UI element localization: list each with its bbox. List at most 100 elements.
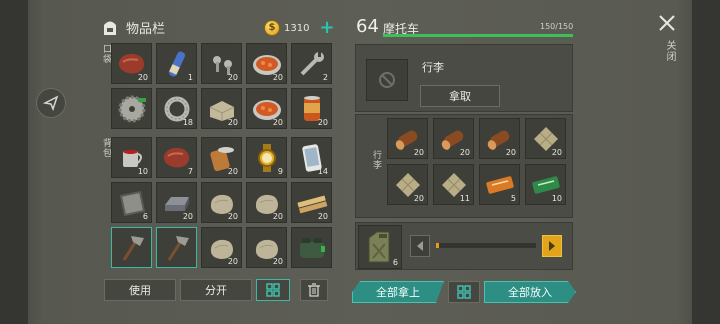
item-count: 20	[317, 212, 328, 221]
item-count: 14	[317, 167, 328, 176]
item-count: 20	[272, 257, 283, 266]
slot-iron-ingot[interactable]: 20	[156, 182, 197, 223]
item-count: 20	[227, 118, 238, 127]
item-count: 20	[413, 194, 424, 203]
item-count: 20	[272, 118, 283, 127]
slot-smartphone[interactable]: 14	[291, 137, 332, 178]
item-count: 20	[227, 212, 238, 221]
slot-bolts[interactable]: 20	[201, 43, 242, 84]
item-count: 20	[272, 212, 283, 221]
slot-military-bag[interactable]	[291, 227, 332, 268]
capacity-bar	[383, 34, 573, 37]
slot-cloth-bundle[interactable]: 20	[387, 164, 428, 205]
item-count: 20	[459, 148, 470, 157]
navigate-button[interactable]	[36, 88, 66, 118]
item-count: 9	[277, 167, 283, 176]
fuel-slot[interactable]: 6	[358, 225, 402, 269]
luggage-slot[interactable]	[366, 59, 408, 101]
slot-saw-blade[interactable]	[111, 88, 152, 129]
close-icon	[659, 15, 675, 31]
luggage-label: 行李	[422, 61, 444, 74]
slot-stew-bowl[interactable]: 20	[246, 43, 287, 84]
stone-axe-icon	[122, 236, 144, 261]
slot-coupon-green[interactable]: 10	[525, 164, 566, 205]
slot-meat-steak[interactable]: 7	[156, 137, 197, 178]
backpack-icon	[104, 21, 116, 35]
item-count: 11	[459, 194, 470, 203]
take-button[interactable]: 拿取	[420, 85, 500, 107]
slot-cloth-bundle[interactable]: 11	[433, 164, 474, 205]
slot-stone[interactable]: 20	[201, 227, 242, 268]
slot-coupon-orange[interactable]: 5	[479, 164, 520, 205]
arrow-left-icon	[417, 241, 423, 251]
sort-button[interactable]	[256, 279, 290, 301]
capacity-bar-fill	[383, 34, 573, 37]
item-count: 20	[413, 148, 424, 157]
item-count: 10	[551, 194, 562, 203]
slot-mug[interactable]: 10	[111, 137, 152, 178]
fuel-slider-track[interactable]	[436, 243, 536, 248]
slot-wrench[interactable]: 2	[291, 43, 332, 84]
item-count: 20	[227, 167, 238, 176]
split-button[interactable]: 分开	[180, 279, 252, 301]
slot-stone-axe[interactable]	[111, 227, 152, 268]
item-count: 7	[187, 167, 193, 176]
slot-stone-axe[interactable]	[156, 227, 197, 268]
coin-counter: $ 1310 +	[264, 19, 335, 37]
slot-meat-steak[interactable]: 20	[111, 43, 152, 84]
fuel-increase-button[interactable]	[542, 235, 562, 257]
jerry-can-icon	[368, 231, 390, 263]
slot-cloth-bundle[interactable]: 20	[525, 118, 566, 159]
slot-wood-log[interactable]: 20	[479, 118, 520, 159]
slot-canned-food[interactable]: 20	[291, 88, 332, 129]
item-count: 20	[227, 73, 238, 82]
right-edge	[692, 0, 720, 324]
item-count: 20	[551, 148, 562, 157]
close-button[interactable]	[656, 12, 678, 34]
slot-stone[interactable]: 20	[201, 182, 242, 223]
saw-blade-icon	[118, 95, 146, 123]
item-count: 6	[142, 212, 148, 221]
trash-button[interactable]	[300, 279, 328, 301]
blocked-icon	[379, 72, 395, 88]
vehicle-level: 64	[356, 16, 379, 37]
inventory-header: 物品栏	[100, 18, 165, 37]
slot-tin-can[interactable]: 20	[201, 137, 242, 178]
item-count: 2	[322, 73, 328, 82]
grid-sort-icon	[457, 285, 471, 299]
item-count: 5	[510, 194, 516, 203]
fuel-count: 6	[392, 258, 398, 267]
slot-stone-block[interactable]: 20	[201, 88, 242, 129]
item-count: 20	[182, 212, 193, 221]
military-bag-icon	[300, 238, 325, 258]
left-edge	[0, 0, 28, 324]
grid-sort-icon	[266, 283, 280, 297]
fuel-panel: 6	[355, 222, 573, 270]
storage-sort-button[interactable]	[448, 281, 480, 303]
slot-metal-ring[interactable]: 18	[156, 88, 197, 129]
slot-stone[interactable]: 20	[246, 227, 287, 268]
slot-scrap-metal[interactable]: 6	[111, 182, 152, 223]
fuel-decrease-button[interactable]	[410, 235, 430, 257]
slot-wood-planks[interactable]: 20	[291, 182, 332, 223]
put-all-button[interactable]: 全部放入	[484, 281, 576, 303]
add-coins-button[interactable]: +	[319, 19, 334, 37]
item-count: 20	[137, 73, 148, 82]
storage-label: 行李	[371, 150, 381, 170]
item-count: 1	[187, 73, 193, 82]
coin-icon: $	[264, 20, 280, 36]
slot-gold-watch[interactable]: 9	[246, 137, 287, 178]
close-label: 关闭	[664, 40, 675, 62]
item-count: 20	[505, 148, 516, 157]
item-count: 20	[317, 118, 328, 127]
slot-wood-log[interactable]: 20	[387, 118, 428, 159]
inventory-title: 物品栏	[126, 22, 166, 37]
stone-axe-icon	[167, 236, 189, 261]
slot-bandage-roll[interactable]: 1	[156, 43, 197, 84]
item-count: 10	[137, 167, 148, 176]
slot-wood-log[interactable]: 20	[433, 118, 474, 159]
slot-stone[interactable]: 20	[246, 182, 287, 223]
take-all-button[interactable]: 全部拿上	[352, 281, 444, 303]
slot-stew-bowl[interactable]: 20	[246, 88, 287, 129]
use-button[interactable]: 使用	[104, 279, 176, 301]
